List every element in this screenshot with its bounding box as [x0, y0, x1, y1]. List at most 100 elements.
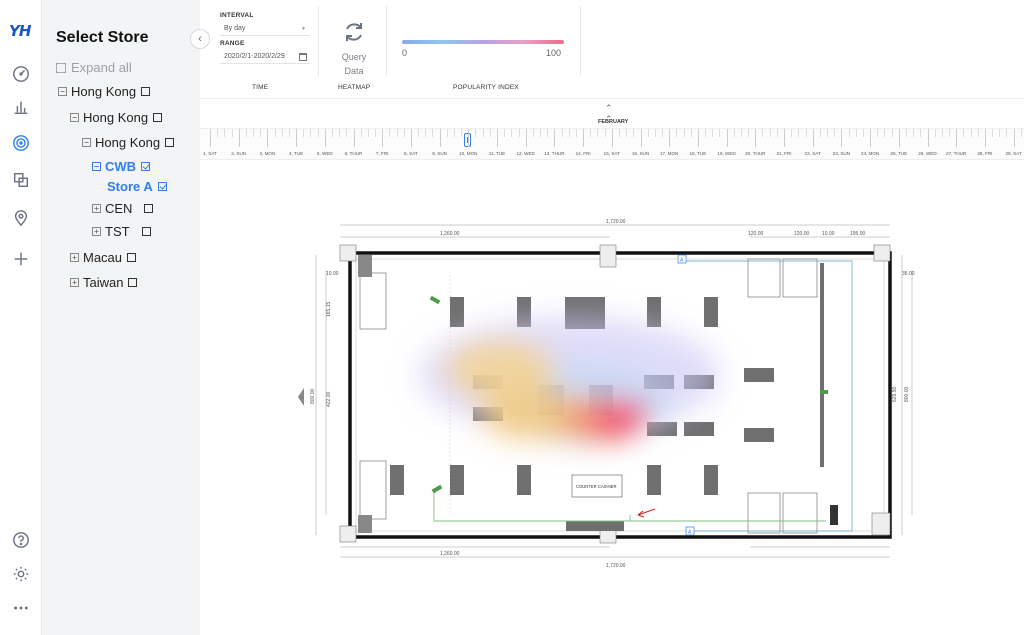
timeline-minor-tick — [705, 129, 707, 137]
timeline-tick — [353, 129, 355, 147]
timeline-minor-tick — [719, 129, 721, 137]
timeline-day-label[interactable]: 23, SUN — [833, 151, 850, 156]
popularity-gradient-scale — [402, 40, 564, 44]
settings-gear-icon[interactable] — [11, 564, 31, 584]
timeline-day-label[interactable]: 12, WED — [516, 151, 534, 156]
timeline-minor-tick — [274, 129, 276, 137]
tree-checkbox[interactable] — [141, 227, 151, 236]
timeline-day-label[interactable]: 1, SAT — [203, 151, 217, 156]
timeline-minor-tick — [346, 129, 348, 137]
interval-select[interactable]: By day ▼ — [220, 22, 310, 36]
tree-checkbox[interactable] — [127, 253, 137, 262]
tree-checkbox[interactable] — [157, 182, 167, 191]
timeline-minor-tick — [798, 129, 800, 137]
timeline-day-label[interactable]: 19, WED — [717, 151, 735, 156]
tree-node-store-a[interactable]: Store A — [107, 179, 167, 194]
tree-checkbox[interactable] — [165, 138, 175, 147]
collapse-toggle-icon[interactable]: − — [82, 138, 91, 147]
expand-toggle-icon[interactable]: + — [70, 253, 79, 262]
timeline-tick — [755, 129, 757, 147]
expand-toggle-icon[interactable]: + — [92, 204, 101, 213]
tree-checkbox[interactable] — [141, 162, 151, 171]
timeline-day-label[interactable]: 29, SAT — [1005, 151, 1021, 156]
timeline-day-label[interactable]: 9, SUN — [432, 151, 447, 156]
tree-node-cwb[interactable]: − CWB — [92, 159, 151, 174]
expand-toggle-icon[interactable]: + — [92, 227, 101, 236]
timeline-day-label[interactable]: 7, FRI — [376, 151, 389, 156]
dashboard-icon[interactable] — [11, 64, 31, 84]
tree-node-hong-kong-region[interactable]: − Hong Kong — [58, 84, 151, 99]
timeline-day-label[interactable]: 18, TUE — [690, 151, 707, 156]
tree-node-hong-kong-district[interactable]: − Hong Kong — [82, 135, 175, 150]
previous-arrow-icon[interactable] — [298, 388, 304, 406]
tree-checkbox[interactable] — [141, 87, 151, 96]
timeline-day-label[interactable]: 14, FRI — [576, 151, 591, 156]
tree-node-hong-kong-area[interactable]: − Hong Kong — [70, 110, 163, 125]
expand-icon — [56, 62, 66, 73]
expand-toggle-icon[interactable]: + — [70, 278, 79, 287]
timeline-day-label[interactable]: 5, WED — [317, 151, 333, 156]
timeline-day-label[interactable]: 8, SAT — [404, 151, 418, 156]
tree-node-label: Macau — [83, 250, 123, 265]
timeline-day-label[interactable]: 4, TUE — [289, 151, 303, 156]
timeline-tick — [238, 129, 240, 147]
tree-checkbox[interactable] — [128, 278, 138, 287]
timeline-day-label[interactable]: 27, THUR — [946, 151, 966, 156]
tree-node-taiwan[interactable]: + Taiwan — [70, 275, 138, 290]
timeline-minor-tick — [977, 129, 979, 137]
main-area: INTERVAL By day ▼ RANGE 2020/2/1-2020/2/… — [200, 0, 1024, 635]
query-data-button[interactable]: Query Data — [332, 20, 376, 77]
date-timeline: ⌃ ⌃ FEBRUARY 1, SAT 2, SUN 3, MON 4, TUE 5, W… — [200, 98, 1024, 168]
location-pin-icon[interactable] — [11, 208, 31, 228]
collapse-panel-button[interactable]: ‹ — [190, 29, 210, 49]
timeline-tick — [439, 129, 441, 147]
tree-node-label: Hong Kong — [95, 135, 161, 150]
collapse-toggle-icon[interactable]: − — [92, 162, 101, 171]
timeline-minor-tick — [604, 129, 606, 137]
collapse-toggle-icon[interactable]: − — [58, 87, 67, 96]
tree-node-tst[interactable]: + TST — [92, 224, 151, 239]
timeline-day-label[interactable]: 15, SAT — [604, 151, 620, 156]
timeline-day-label[interactable]: 11, TUE — [489, 151, 505, 156]
timeline-day-label[interactable]: 21, FRI — [776, 151, 791, 156]
tree-node-macau[interactable]: + Macau — [70, 250, 137, 265]
tree-node-label: Store A — [107, 179, 153, 194]
help-icon[interactable] — [11, 530, 31, 550]
timeline-day-label[interactable]: 25, TUE — [890, 151, 907, 156]
timeline-day-label[interactable]: 2, SUN — [231, 151, 246, 156]
timeline-day-label[interactable]: 26, WED — [918, 151, 936, 156]
heatmap-target-icon[interactable] — [11, 133, 31, 153]
timeline-day-label[interactable]: 17, MON — [660, 151, 678, 156]
timeline-tick — [267, 129, 269, 147]
timeline-minor-tick — [647, 129, 649, 137]
timeline-tick — [410, 129, 412, 147]
compare-icon[interactable] — [11, 170, 31, 190]
timeline-day-label[interactable]: 22, SAT — [805, 151, 821, 156]
timeline-ruler[interactable]: 1, SAT 2, SUN 3, MON 4, TUE 5, WED 6, THUR 7, … — [200, 128, 1024, 160]
timeline-day-label[interactable]: 13, THUR — [544, 151, 564, 156]
timeline-day-label[interactable]: 20, THUR — [745, 151, 765, 156]
timeline-day-label[interactable]: 24, MON — [861, 151, 879, 156]
app-logo[interactable]: YH — [9, 22, 31, 40]
timeline-minor-tick — [913, 129, 915, 137]
calendar-icon — [299, 53, 307, 61]
tree-checkbox[interactable] — [153, 113, 163, 122]
date-range-picker[interactable]: 2020/2/1-2020/2/29 — [220, 50, 310, 64]
timeline-tick — [583, 129, 585, 147]
tree-node-cen[interactable]: + CEN — [92, 201, 154, 216]
collapse-toggle-icon[interactable]: − — [70, 113, 79, 122]
more-icon[interactable] — [11, 598, 31, 618]
timeline-day-label[interactable]: 6, THUR — [345, 151, 363, 156]
timeline-day-label[interactable]: 16, SUN — [632, 151, 649, 156]
bar-chart-icon[interactable] — [11, 97, 31, 117]
expand-all-button[interactable]: Expand all — [56, 60, 132, 75]
query-label-1: Query — [341, 52, 367, 62]
timeline-day-label[interactable]: 28, FRI — [977, 151, 992, 156]
add-icon[interactable] — [11, 249, 31, 269]
tree-checkbox[interactable] — [144, 204, 154, 213]
tree-node-label: Hong Kong — [83, 110, 149, 125]
timeline-day-label[interactable]: 10, MON — [459, 151, 477, 156]
timeline-minor-tick — [231, 129, 233, 137]
dim-120a: 120.00 — [748, 231, 764, 237]
timeline-day-label[interactable]: 3, MON — [259, 151, 275, 156]
